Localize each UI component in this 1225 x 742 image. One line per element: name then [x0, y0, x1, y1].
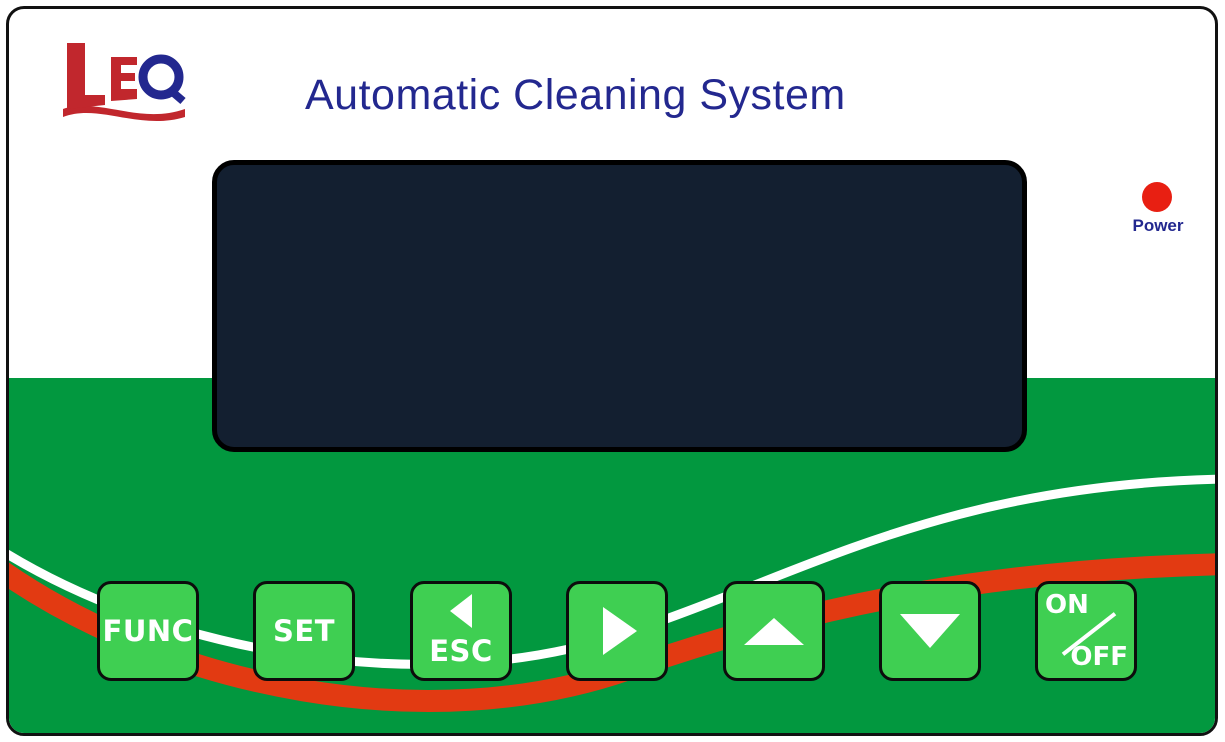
leo-logo-icon — [63, 43, 186, 122]
up-arrow-icon — [744, 617, 804, 645]
right-button[interactable] — [566, 581, 668, 681]
down-button[interactable] — [879, 581, 981, 681]
on-label: ON — [1045, 590, 1089, 620]
lcd-display — [212, 160, 1027, 452]
leo-logo — [59, 39, 189, 123]
page-title: Automatic Cleaning System — [305, 71, 846, 119]
set-label: SET — [273, 614, 335, 648]
down-arrow-icon — [900, 614, 960, 648]
left-arrow-icon — [450, 594, 472, 628]
func-label: FUNC — [102, 614, 194, 648]
on-off-label-group: ON OFF — [1038, 584, 1134, 678]
up-button[interactable] — [723, 581, 825, 681]
off-label: OFF — [1070, 642, 1128, 672]
power-label: Power — [1132, 216, 1184, 235]
power-led-icon — [1142, 182, 1172, 212]
esc-label: ESC — [429, 634, 493, 668]
func-button[interactable]: FUNC — [97, 581, 199, 681]
set-button[interactable]: SET — [253, 581, 355, 681]
on-off-button[interactable]: ON OFF — [1035, 581, 1137, 681]
right-arrow-icon — [603, 607, 637, 655]
left-esc-button[interactable]: ESC — [410, 581, 512, 681]
control-panel: Automatic Cleaning System Power FUNC SET… — [6, 6, 1218, 736]
